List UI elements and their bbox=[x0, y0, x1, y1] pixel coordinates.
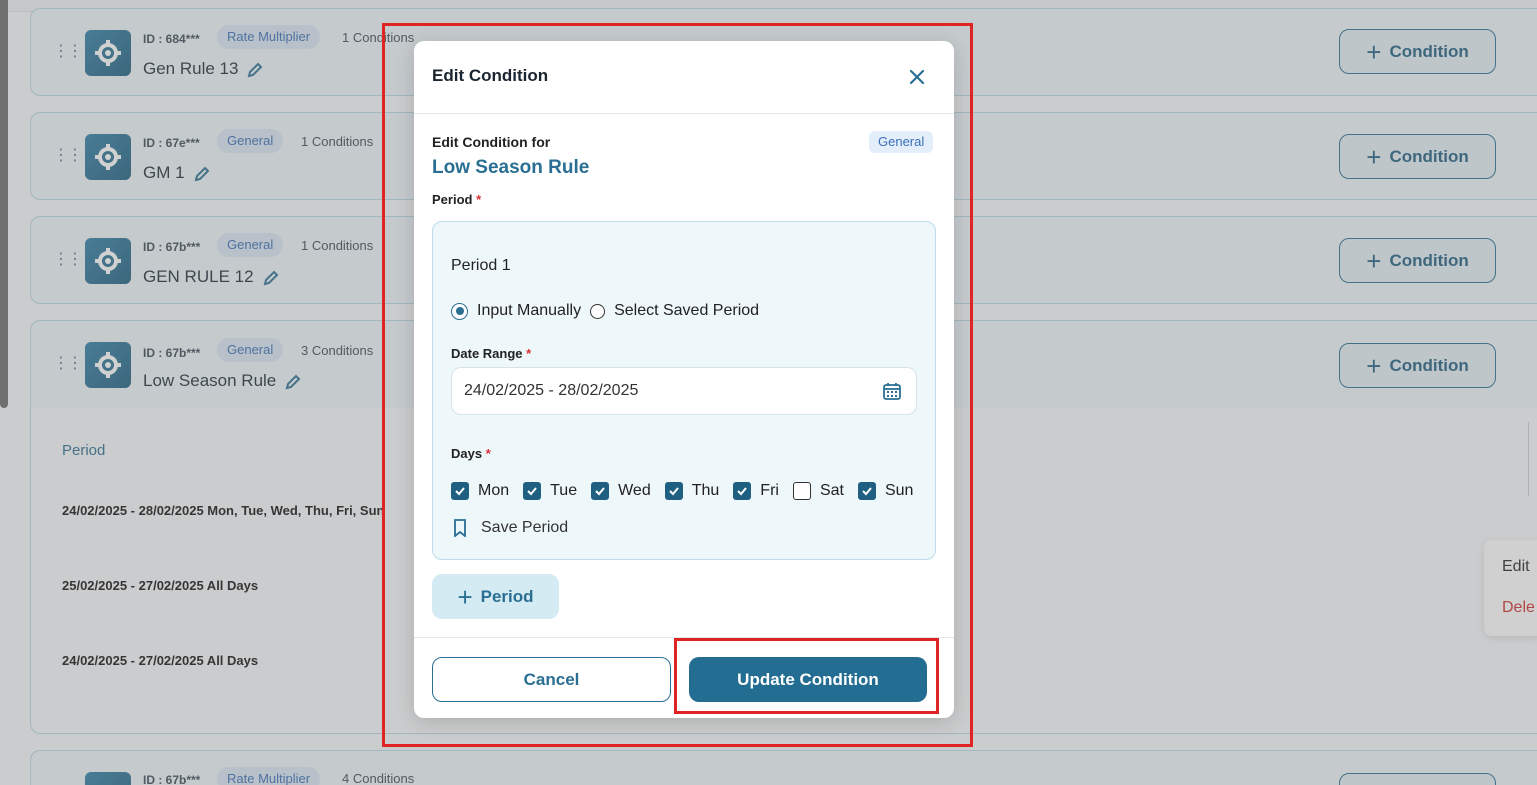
highlight-frame-update-button bbox=[674, 638, 939, 714]
